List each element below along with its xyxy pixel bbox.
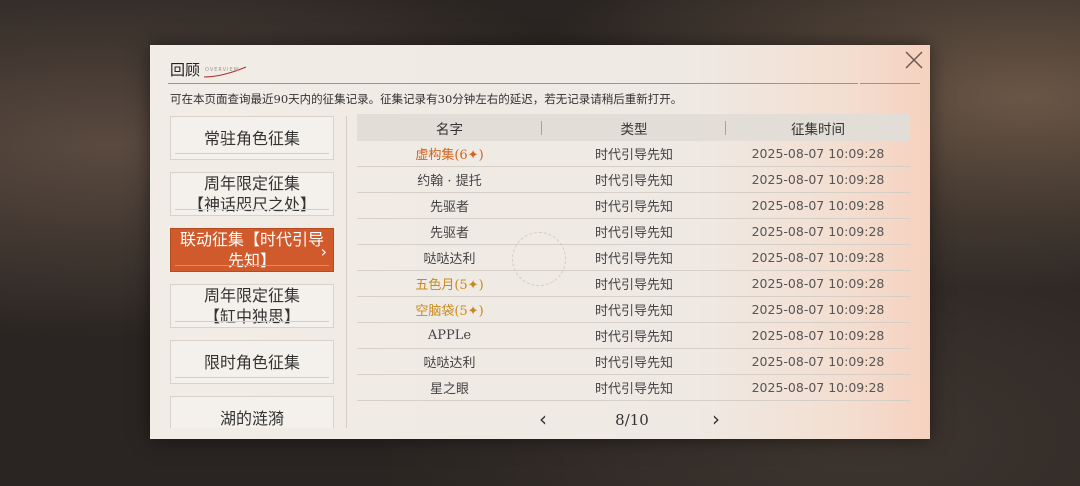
item-name: APPLe [427,328,472,343]
item-name-cell: 虚构集(6✦) [357,144,542,163]
item-type-cell: 时代引导先知 [594,278,673,293]
watermark-seal-decoration [512,232,566,286]
table-row: APPLe 时代引导先知 2025-08-07 10:09:28 [357,323,910,349]
sidebar-banner-item[interactable]: 周年限定征集 【神话咫尺之处】 [170,172,334,216]
table-header: 名字 类型 征集时间 [357,114,910,141]
banner-decoration-line [175,321,329,322]
banner-label: 限时角色征集 [204,352,300,373]
chevron-left-icon[interactable]: ‹ [539,407,547,431]
item-time-cell: 2025-08-07 10:09:28 [751,224,885,239]
column-header-name: 名字 [357,118,542,138]
item-time-cell: 2025-08-07 10:09:28 [751,328,885,343]
chevron-right-icon: › [320,242,327,261]
banner-decoration-line [175,209,329,210]
banner-label-line1: 周年限定征集 [203,174,300,193]
table-row: 哒哒达利 时代引导先知 2025-08-07 10:09:28 [357,245,910,271]
item-name-cell: 五色月(5✦) [357,274,542,293]
banner-label-line1: 湖的涟漪 [219,408,284,428]
header-divider-short [860,83,920,84]
item-name: 虚构集(6 [415,148,468,163]
item-type-cell: 时代引导先知 [594,356,673,371]
item-type-cell: 时代引导先知 [594,226,673,241]
item-name: 约翰 · 提托 [417,174,482,189]
item-name-cell: 星之眼 [357,378,542,397]
banner-label-line2: 先知】 [227,251,276,270]
banner-label-line1: 常驻角色征集 [203,128,300,148]
item-type-cell: 时代引导先知 [594,174,673,189]
banner-decoration-line [175,153,329,154]
chevron-right-icon[interactable]: › [712,407,720,431]
panel-title: 回顾 [170,61,201,79]
rarity-star-icon: ✦ [467,304,479,319]
table-row: 约翰 · 提托 时代引导先知 2025-08-07 10:09:28 [357,167,910,193]
column-header-time: 征集时间 [791,121,845,138]
table-row: 先驱者 时代引导先知 2025-08-07 10:09:28 [357,193,910,219]
banner-label: 湖的涟漪 [220,408,284,429]
sidebar-divider [346,116,347,428]
item-time-cell: 2025-08-07 10:09:28 [751,302,885,317]
table-row: 星之眼 时代引导先知 2025-08-07 10:09:28 [357,375,910,401]
banner-label-line1: 周年限定征集 [203,286,300,305]
header-divider [168,83,858,84]
table-row: 哒哒达利 时代引导先知 2025-08-07 10:09:28 [357,349,910,375]
banner-decoration-line [175,377,329,378]
rarity-suffix: ) [478,304,484,319]
item-time-cell: 2025-08-07 10:09:28 [751,172,885,187]
banner-decoration-line [175,265,329,266]
record-table: 名字 类型 征集时间 虚构集(6✦) 时代引导先知 2025-08-07 10:09… [357,114,910,401]
item-name-cell: 哒哒达利 [357,352,542,371]
notice-text: 可在本页面查询最近90天内的征集记录。征集记录有30分钟左右的延迟，若无记录请稍… [170,92,683,106]
history-panel: 回顾 OVERVIEW 可在本页面查询最近90天内的征集记录。征集记录有30分钟… [150,45,930,439]
item-type-cell: 时代引导先知 [594,200,673,215]
item-type-cell: 时代引导先知 [594,382,673,397]
banner-label-line2: 【缸中独思】 [203,307,300,326]
item-name: 先驱者 [429,200,469,215]
sidebar-banner-item[interactable]: 湖的涟漪 [170,396,334,428]
table-row: 五色月(5✦) 时代引导先知 2025-08-07 10:09:28 [357,271,910,297]
item-name-cell: 约翰 · 提托 [357,170,542,189]
banner-label-line2: 【神话咫尺之处】 [187,195,316,214]
item-name: 哒哒达利 [423,356,476,371]
table-row: 虚构集(6✦) 时代引导先知 2025-08-07 10:09:28 [357,141,910,167]
item-time-cell: 2025-08-07 10:09:28 [751,250,885,265]
item-time-cell: 2025-08-07 10:09:28 [751,354,885,369]
sidebar-banner-item[interactable]: 联动征集【时代引导 先知】 › [170,228,334,272]
item-name: 空脑袋(5 [415,304,468,319]
banner-label-line1: 限时角色征集 [203,352,300,372]
banner-sidebar: 常驻角色征集 周年限定征集 【神话咫尺之处】 联动征集【时代引导 先知】 › 周年限定征集【… [170,116,336,428]
sidebar-banner-item[interactable]: 限时角色征集 [170,340,334,384]
item-type-cell: 时代引导先知 [594,304,673,319]
item-type-cell: 时代引导先知 [594,148,673,163]
panel-subtitle: OVERVIEW [205,67,240,73]
item-time-cell: 2025-08-07 10:09:28 [751,276,885,291]
item-name-cell: 空脑袋(5✦) [357,300,542,319]
item-time-cell: 2025-08-07 10:09:28 [751,198,885,213]
item-name-cell: 先驱者 [357,196,542,215]
page-indicator: 8/10 [615,411,649,429]
banner-label-line1: 联动征集【时代引导 [179,230,324,249]
column-header-type: 类型 [542,118,726,138]
item-time-cell: 2025-08-07 10:09:28 [751,146,885,161]
item-name-cell: 先驱者 [357,222,542,241]
sidebar-banner-item[interactable]: 常驻角色征集 [170,116,334,160]
rarity-suffix: ) [478,278,484,293]
item-name: 星之眼 [429,382,469,397]
table-body: 虚构集(6✦) 时代引导先知 2025-08-07 10:09:28 约翰 · 提托时… [357,141,910,401]
sidebar-banner-item[interactable]: 周年限定征集 【缸中独思】 [170,284,334,328]
item-name: 五色月(5 [415,278,468,293]
item-type-cell: 时代引导先知 [594,330,673,345]
item-name: 哒哒达利 [423,252,476,267]
rarity-star-icon: ✦ [467,278,479,293]
pagination: ‹ 8/10 › [357,407,910,431]
item-time-cell: 2025-08-07 10:09:28 [751,380,885,395]
banner-label: 常驻角色征集 [204,128,300,149]
close-icon[interactable] [904,50,924,70]
item-name: 先驱者 [429,226,469,241]
item-type-cell: 时代引导先知 [594,252,673,267]
item-name-cell: APPLe [357,328,542,343]
table-row: 先驱者 时代引导先知 2025-08-07 10:09:28 [357,219,910,245]
rarity-suffix: ) [478,148,484,163]
rarity-star-icon: ✦ [467,148,479,163]
table-row: 空脑袋(5✦) 时代引导先知 2025-08-07 10:09:28 [357,297,910,323]
